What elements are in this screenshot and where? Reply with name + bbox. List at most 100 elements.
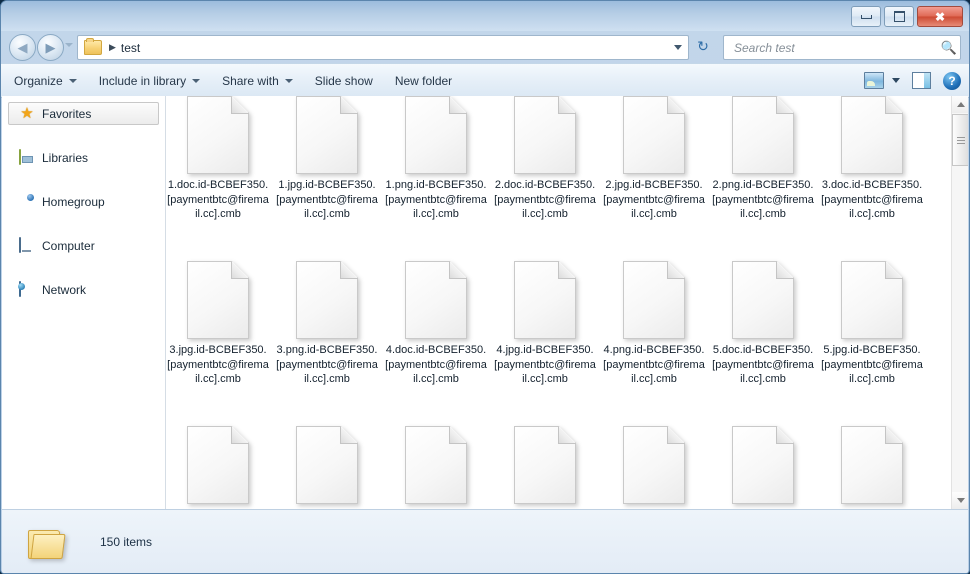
file-item[interactable]: 2.png.id-BCBEF350.[paymentbtc@firemail.c… (711, 96, 815, 222)
back-button[interactable]: ◀ (9, 34, 36, 61)
file-item[interactable]: 4.jpg.id-BCBEF350.[paymentbtc@firemail.c… (493, 261, 597, 387)
scrollbar-grip-icon (956, 135, 965, 146)
sidebar-item-computer[interactable]: Computer (8, 234, 159, 257)
blank-document-icon (187, 426, 249, 504)
sidebar-item-homegroup[interactable]: Homegroup (8, 190, 159, 213)
blank-document-icon (296, 426, 358, 504)
file-item[interactable]: 4.png.id-BCBEF350.[paymentbtc@firemail.c… (602, 261, 706, 387)
forward-button[interactable]: ▶ (37, 34, 64, 61)
homegroup-icon (19, 194, 35, 210)
file-item[interactable]: 3.jpg.id-BCBEF350.[paymentbtc@firemail.c… (166, 261, 270, 387)
file-name-label: 3.png.id-BCBEF350.[paymentbtc@firemail.c… (276, 344, 378, 385)
toolbar-include-in-library-button[interactable]: Include in library (90, 69, 209, 93)
file-name-label: 1.doc.id-BCBEF350.[paymentbtc@firemail.c… (167, 179, 269, 220)
blank-document-icon (514, 426, 576, 504)
toolbar-include-in-library-label: Include in library (98, 73, 187, 88)
chevron-down-icon (68, 78, 77, 83)
search-icon[interactable]: 🔍 (938, 40, 960, 56)
computer-icon (19, 236, 35, 254)
command-toolbar: Organize Include in library Share with S… (1, 63, 969, 98)
explorer-body: ★ Favorites Libraries Homegroup Computer (2, 96, 968, 509)
file-item[interactable]: 4.doc.id-BCBEF350.[paymentbtc@firemail.c… (384, 261, 488, 387)
preview-pane-icon[interactable] (912, 72, 931, 89)
toolbar-new-folder-label: New folder (394, 73, 453, 88)
file-item[interactable] (493, 426, 597, 508)
sidebar-item-label: Favorites (42, 106, 92, 121)
sidebar-item-libraries[interactable]: Libraries (8, 146, 159, 169)
file-item[interactable] (820, 426, 924, 508)
address-bar[interactable]: ▶ test (77, 35, 689, 60)
maximize-button[interactable] (884, 6, 914, 27)
minimize-icon (852, 7, 880, 26)
blank-document-icon (623, 96, 685, 174)
toolbar-share-with-label: Share with (222, 73, 279, 88)
change-view-icon[interactable] (864, 72, 884, 89)
file-item[interactable]: 2.doc.id-BCBEF350.[paymentbtc@firemail.c… (493, 96, 597, 222)
file-item[interactable] (602, 426, 706, 508)
back-arrow-icon: ◀ (17, 40, 28, 55)
blank-document-icon (405, 426, 467, 504)
file-item[interactable] (166, 426, 270, 508)
blank-document-icon (732, 96, 794, 174)
file-item[interactable]: 2.jpg.id-BCBEF350.[paymentbtc@firemail.c… (602, 96, 706, 222)
blank-document-icon (405, 261, 467, 339)
toolbar-share-with-button[interactable]: Share with (213, 69, 302, 93)
scroll-up-button[interactable] (952, 96, 968, 113)
file-item[interactable]: 1.png.id-BCBEF350.[paymentbtc@firemail.c… (384, 96, 488, 222)
breadcrumb-item-test[interactable]: test (121, 41, 140, 55)
view-options-chevron-down-icon[interactable] (892, 78, 900, 83)
blank-document-icon (296, 261, 358, 339)
toolbar-organize-button[interactable]: Organize (5, 69, 86, 93)
blank-document-icon (623, 426, 685, 504)
file-item[interactable] (275, 426, 379, 508)
blank-document-icon (514, 96, 576, 174)
file-item[interactable]: 5.jpg.id-BCBEF350.[paymentbtc@firemail.c… (820, 261, 924, 387)
blank-document-icon (187, 261, 249, 339)
blank-document-icon (296, 96, 358, 174)
refresh-button[interactable]: ↻ (691, 35, 715, 58)
sidebar-item-favorites[interactable]: ★ Favorites (8, 102, 159, 125)
recent-pages-chevron-icon[interactable] (65, 43, 73, 47)
scroll-down-button[interactable] (952, 492, 968, 509)
file-item[interactable] (711, 426, 815, 508)
file-item[interactable]: 1.jpg.id-BCBEF350.[paymentbtc@firemail.c… (275, 96, 379, 222)
toolbar-slide-show-button[interactable]: Slide show (306, 69, 382, 93)
address-dropdown-chevron-icon[interactable] (669, 39, 686, 56)
sidebar-item-label: Network (42, 282, 87, 297)
star-icon: ★ (20, 104, 34, 122)
search-input[interactable] (732, 39, 938, 56)
minimize-button[interactable] (851, 6, 881, 27)
open-folder-icon (28, 527, 66, 559)
file-name-label: 4.jpg.id-BCBEF350.[paymentbtc@firemail.c… (494, 344, 596, 385)
navigation-pane: ★ Favorites Libraries Homegroup Computer (2, 96, 166, 509)
item-count-label: 150 items (100, 535, 153, 549)
vertical-scrollbar[interactable] (951, 96, 968, 509)
help-icon[interactable]: ? (943, 71, 961, 90)
toolbar-new-folder-button[interactable]: New folder (386, 69, 461, 93)
maximize-icon (885, 7, 913, 26)
scrollbar-thumb[interactable] (952, 114, 968, 166)
file-list-pane[interactable]: 1.doc.id-BCBEF350.[paymentbtc@firemail.c… (166, 96, 968, 509)
sidebar-item-network[interactable]: Network (8, 278, 159, 301)
window-controls: ✖ (851, 6, 963, 27)
file-grid: 1.doc.id-BCBEF350.[paymentbtc@firemail.c… (166, 96, 950, 509)
file-item[interactable]: 1.doc.id-BCBEF350.[paymentbtc@firemail.c… (166, 96, 270, 222)
blank-document-icon (732, 261, 794, 339)
file-item[interactable]: 3.png.id-BCBEF350.[paymentbtc@firemail.c… (275, 261, 379, 387)
blank-document-icon (841, 96, 903, 174)
file-item[interactable] (384, 426, 488, 508)
address-bar-row: ◀ ▶ ▶ test ↻ 🔍 (1, 31, 969, 63)
file-name-label: 2.png.id-BCBEF350.[paymentbtc@firemail.c… (712, 179, 814, 220)
status-bar: 150 items (2, 509, 968, 573)
search-box[interactable]: 🔍 (723, 35, 961, 60)
sidebar-item-label: Computer (42, 238, 95, 253)
close-button[interactable]: ✖ (917, 6, 963, 27)
toolbar-organize-label: Organize (14, 73, 63, 88)
file-item[interactable]: 5.doc.id-BCBEF350.[paymentbtc@firemail.c… (711, 261, 815, 387)
close-icon: ✖ (934, 9, 946, 24)
file-item[interactable]: 3.doc.id-BCBEF350.[paymentbtc@firemail.c… (820, 96, 924, 222)
library-icon (19, 148, 35, 166)
blank-document-icon (732, 426, 794, 504)
